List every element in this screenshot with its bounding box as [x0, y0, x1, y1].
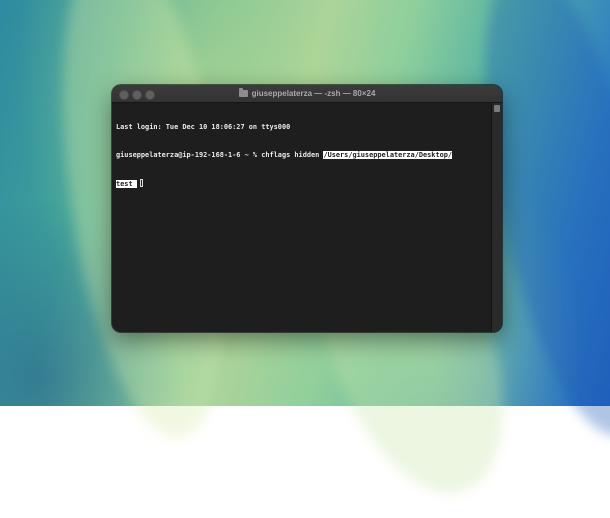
continuation-line: test: [116, 179, 490, 189]
window-title-text: giuseppelaterza — -zsh — 80×24: [251, 89, 376, 98]
command-text: chflags hidden: [261, 151, 324, 160]
terminal-output[interactable]: Last login: Tue Dec 10 18:06:27 on ttys0…: [116, 104, 490, 330]
selected-path-continuation[interactable]: test: [116, 180, 137, 189]
shell-prompt: giuseppelaterza@ip-192-168-1-6 ~ %: [116, 151, 262, 160]
scrollbar[interactable]: [491, 103, 502, 332]
command-line: giuseppelaterza@ip-192-168-1-6 ~ % chfla…: [116, 151, 490, 160]
last-login-line: Last login: Tue Dec 10 18:06:27 on ttys0…: [116, 122, 291, 131]
terminal-window[interactable]: giuseppelaterza — -zsh — 80×24 Last logi…: [112, 85, 502, 332]
scrollbar-thumb[interactable]: [494, 105, 500, 112]
window-title: giuseppelaterza — -zsh — 80×24: [112, 85, 502, 102]
selected-path[interactable]: /Users/giuseppelaterza/Desktop/: [323, 151, 453, 160]
text-cursor: [139, 179, 143, 188]
window-titlebar[interactable]: giuseppelaterza — -zsh — 80×24: [112, 85, 502, 103]
folder-icon: [238, 88, 248, 97]
